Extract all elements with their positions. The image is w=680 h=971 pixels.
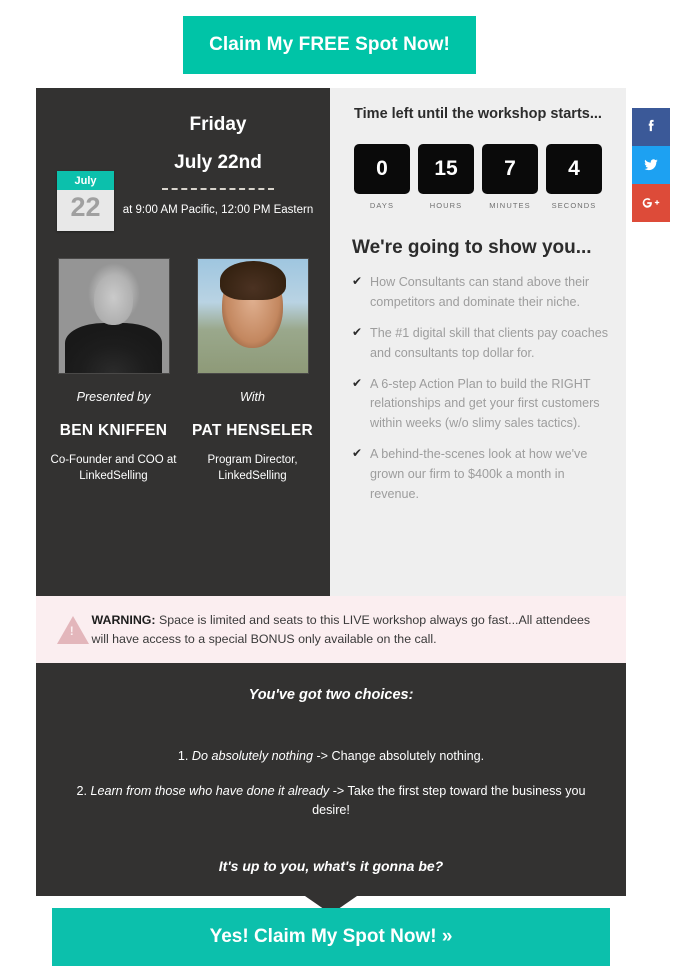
event-day-of-week: Friday xyxy=(189,114,247,135)
choices-footer: It's up to you, what's it gonna be? xyxy=(218,857,444,874)
presenter-title: Program Director, LinkedSelling xyxy=(207,454,298,482)
event-date: July 22nd xyxy=(174,152,262,173)
agenda-item: ✔ A 6-step Action Plan to build the RIGH… xyxy=(352,375,608,435)
presenter-title: Co-Founder and COO at LinkedSelling xyxy=(50,454,177,482)
agenda-title: We're going to show you... xyxy=(352,237,592,258)
dashed-divider xyxy=(162,188,274,190)
choices-list: 1. Do absolutely nothing -> Change absol… xyxy=(62,747,600,820)
calendar-day: 22 xyxy=(70,192,101,222)
twitter-share-button[interactable] xyxy=(632,146,670,184)
countdown-value: 7 xyxy=(482,144,538,194)
check-icon: ✔ xyxy=(352,446,363,461)
countdown-label: MINUTES xyxy=(489,201,531,210)
agenda-item-text: The #1 digital skill that clients pay co… xyxy=(370,325,609,360)
facebook-icon xyxy=(648,119,654,132)
hero-section: July 22 Friday July 22nd at 9:00 AM Paci… xyxy=(36,88,626,596)
warning-body: Space is limited and seats to this LIVE … xyxy=(91,612,591,646)
warning-label: WARNING: xyxy=(91,612,156,627)
choices-section: You've got two choices: 1. Do absolutely… xyxy=(36,663,626,914)
agenda-item: ✔ How Consultants can stand above their … xyxy=(352,273,608,313)
countdown-unit-days: 0 DAYS xyxy=(354,144,410,210)
webinar-registration-page: Claim My FREE Spot Now! July 22 Friday J… xyxy=(0,0,680,971)
countdown-unit-minutes: 7 MINUTES xyxy=(482,144,538,210)
claim-free-spot-button[interactable]: Claim My FREE Spot Now! xyxy=(183,16,476,74)
warning-triangle-icon xyxy=(54,615,92,644)
agenda-item-text: How Consultants can stand above their co… xyxy=(370,275,590,309)
choice-rest: -> Change absolutely nothing. xyxy=(312,749,485,763)
agenda-item: ✔ The #1 digital skill that clients pay … xyxy=(352,324,608,364)
countdown-value: 15 xyxy=(418,144,474,194)
warning-text: WARNING: Space is limited and seats to t… xyxy=(92,611,604,649)
social-share-rail xyxy=(632,108,670,222)
agenda-item: ✔ A behind-the-scenes look at how we've … xyxy=(352,445,608,505)
google-plus-share-button[interactable] xyxy=(632,184,670,222)
countdown-label: DAYS xyxy=(369,201,395,210)
claim-my-spot-button[interactable]: Yes! Claim My Spot Now! » xyxy=(52,908,610,966)
choice-rest: -> Take the first step toward the busine… xyxy=(312,783,586,817)
main-content-card: July 22 Friday July 22nd at 9:00 AM Paci… xyxy=(36,88,626,914)
pat-henseler-photo xyxy=(196,258,309,374)
event-details-panel: July 22 Friday July 22nd at 9:00 AM Paci… xyxy=(36,88,330,596)
agenda-item-text: A behind-the-scenes look at how we've gr… xyxy=(370,447,588,502)
agenda-item-text: A 6-step Action Plan to build the RIGHT … xyxy=(370,376,600,431)
countdown-timer: 0 DAYS 15 HOURS 7 MINUTES 4 SECONDS xyxy=(354,144,602,210)
countdown-value: 0 xyxy=(354,144,410,194)
choice-emphasis: Learn from those who have done it alread… xyxy=(90,783,330,798)
presenter-name: BEN KNIFFEN xyxy=(59,422,168,439)
ben-kniffen-photo xyxy=(57,258,170,374)
check-icon: ✔ xyxy=(352,324,363,339)
agenda-list: ✔ How Consultants can stand above their … xyxy=(352,273,608,505)
presenters-row: Presented by BEN KNIFFEN Co-Founder and … xyxy=(36,244,330,484)
choice-item: 1. Do absolutely nothing -> Change absol… xyxy=(62,747,600,766)
warning-banner: WARNING: Space is limited and seats to t… xyxy=(36,596,626,663)
countdown-value: 4 xyxy=(546,144,602,194)
google-plus-icon xyxy=(642,198,660,208)
calendar-badge: July 22 xyxy=(57,171,114,231)
countdown-label: HOURS xyxy=(429,201,463,210)
twitter-icon xyxy=(644,159,658,171)
choice-item: 2. Learn from those who have done it alr… xyxy=(62,782,600,820)
countdown-unit-hours: 15 HOURS xyxy=(418,144,474,210)
choice-emphasis: Do absolutely nothing xyxy=(191,749,313,763)
presenter-prefix: With xyxy=(240,390,265,404)
choice-number: 1. xyxy=(177,749,192,763)
countdown-unit-seconds: 4 SECONDS xyxy=(546,144,602,210)
presenter-ben-kniffen: Presented by BEN KNIFFEN Co-Founder and … xyxy=(44,258,183,484)
check-icon: ✔ xyxy=(352,274,363,288)
countdown-heading: Time left until the workshop starts... xyxy=(354,106,602,122)
calendar-month: July xyxy=(57,171,114,190)
event-time: at 9:00 AM Pacific, 12:00 PM Eastern xyxy=(122,204,314,216)
presenter-name: PAT HENSELER xyxy=(191,422,313,439)
countdown-agenda-panel: Time left until the workshop starts... 0… xyxy=(330,88,626,596)
presenter-prefix: Presented by xyxy=(76,390,151,404)
countdown-label: SECONDS xyxy=(551,201,597,210)
check-icon: ✔ xyxy=(352,375,363,390)
facebook-share-button[interactable] xyxy=(632,108,670,146)
choices-heading: You've got two choices: xyxy=(248,687,414,703)
date-row: July 22 Friday July 22nd at 9:00 AM Paci… xyxy=(36,114,330,244)
choice-number: 2. xyxy=(76,783,91,798)
presenter-pat-henseler: With PAT HENSELER Program Director, Link… xyxy=(183,258,322,484)
